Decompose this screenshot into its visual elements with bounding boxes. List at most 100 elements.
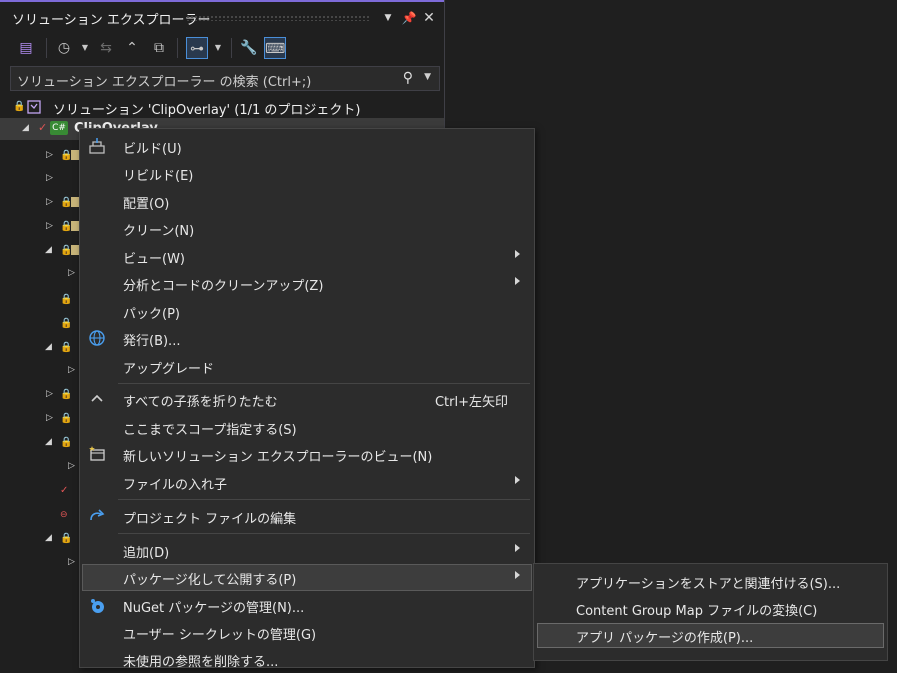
error-icon: ⊖ — [60, 510, 68, 520]
menu-separator — [118, 533, 530, 534]
search-options-dropdown-icon[interactable]: ▼ — [424, 72, 431, 82]
menu-item-add[interactable]: 追加(D) — [82, 537, 532, 564]
menu-item-label: 配置(O) — [123, 197, 170, 212]
build-icon — [89, 138, 105, 154]
menu-item-scope-to-this[interactable]: ここまでスコープ指定する(S) — [82, 414, 532, 441]
menu-item-analyze-cleanup[interactable]: 分析とコードのクリーンアップ(Z) — [82, 270, 532, 297]
lock-icon: 🔒 — [60, 318, 73, 329]
lock-icon: 🔒 — [13, 101, 26, 112]
submenu-arrow-icon — [515, 544, 520, 552]
solution-node[interactable]: 🔒 ソリューション 'ClipOverlay' (1/1 のプロジェクト) — [0, 96, 444, 118]
toolbar-separator — [46, 38, 47, 58]
expand-arrow-icon[interactable]: ◢ — [22, 123, 29, 133]
submenu-item-label: アプリケーションをストアと関連付ける(S)... — [576, 577, 841, 592]
lock-icon: 🔒 — [60, 294, 73, 305]
submenu-arrow-icon — [515, 250, 520, 258]
expand-arrow-icon[interactable]: ▷ — [68, 268, 75, 278]
menu-item-upgrade[interactable]: アップグレード — [82, 353, 532, 380]
menu-item-package-and-publish[interactable]: パッケージ化して公開する(P) — [82, 564, 532, 591]
drag-grip[interactable] — [186, 15, 371, 21]
menu-item-edit-project-file[interactable]: プロジェクト ファイルの編集 — [82, 503, 532, 530]
menu-item-shortcut: Ctrl+左矢印 — [434, 395, 508, 410]
menu-item-new-explorer-view[interactable]: 新しいソリューション エクスプローラーのビュー(N) — [82, 441, 532, 468]
panel-title: ソリューション エクスプローラー — [12, 13, 211, 28]
new-view-icon — [89, 446, 105, 461]
expand-arrow-icon[interactable]: ▷ — [68, 461, 75, 471]
submenu-arrow-icon — [515, 571, 520, 579]
expand-arrow-icon[interactable]: ▷ — [46, 197, 53, 207]
lock-icon: 🔒 — [60, 533, 73, 544]
lock-icon: 🔒 — [60, 437, 73, 448]
context-menu: ビルド(U) リビルド(E) 配置(O) クリーン(N) ビュー(W) 分析とコ… — [79, 128, 535, 670]
expand-arrow-icon[interactable]: ▷ — [68, 557, 75, 567]
window-position-dropdown-icon[interactable]: ▼ — [380, 10, 396, 26]
menu-item-label: ファイルの入れ子 — [123, 478, 228, 493]
menu-item-manage-user-secrets[interactable]: ユーザー シークレットの管理(G) — [82, 619, 532, 646]
checkmark-icon: ✓ — [38, 121, 48, 134]
menu-item-publish[interactable]: 発行(B)... — [82, 325, 532, 352]
collapse-arrow-icon[interactable]: ◢ — [45, 342, 52, 352]
menu-item-remove-unused-references[interactable]: 未使用の参照を削除する... — [82, 646, 532, 673]
menu-item-label: ここまでスコープ指定する(S) — [123, 423, 297, 438]
globe-icon — [89, 330, 105, 346]
nuget-icon — [91, 599, 104, 613]
submenu-item-create-app-packages[interactable]: アプリ パッケージの作成(P)... — [537, 623, 884, 648]
menu-item-rebuild[interactable]: リビルド(E) — [82, 160, 532, 187]
view-options-dropdown-icon[interactable]: ▼ — [207, 37, 229, 59]
properties-wrench-icon[interactable]: 🔧 — [238, 37, 260, 59]
chevron-up-icon — [91, 394, 103, 402]
redo-arrow-icon — [90, 509, 105, 521]
menu-item-label: 追加(D) — [123, 546, 170, 561]
csharp-project-icon: C# — [50, 121, 68, 135]
folder-icon — [71, 197, 79, 207]
menu-item-deploy[interactable]: 配置(O) — [82, 188, 532, 215]
checkmark-icon: ✓ — [60, 485, 69, 496]
submenu-item-convert-content-group-map[interactable]: Content Group Map ファイルの変換(C) — [537, 596, 884, 621]
expand-arrow-icon[interactable]: ▷ — [46, 221, 53, 231]
menu-item-label: リビルド(E) — [123, 169, 194, 184]
menu-item-file-nesting[interactable]: ファイルの入れ子 — [82, 469, 532, 496]
expand-arrow-icon[interactable]: ▷ — [46, 173, 53, 183]
panel-titlebar: ソリューション エクスプローラー ▼ 📌 ✕ — [0, 0, 444, 32]
expand-arrow-icon[interactable]: ▷ — [46, 389, 53, 399]
menu-item-build[interactable]: ビルド(U) — [82, 133, 532, 160]
filter-dropdown-icon[interactable]: ▼ — [74, 37, 96, 59]
menu-item-label: アップグレード — [123, 362, 215, 377]
tree-node-icon — [71, 150, 79, 160]
submenu-item-associate-store[interactable]: アプリケーションをストアと関連付ける(S)... — [537, 569, 884, 594]
expand-arrow-icon[interactable]: ▷ — [46, 150, 53, 160]
toolbar-separator — [231, 38, 232, 58]
menu-item-label: パッケージ化して公開する(P) — [123, 573, 297, 588]
sync-with-active-document-icon[interactable]: ⇆ — [95, 37, 117, 59]
copy-icon[interactable]: ⧉ — [148, 37, 170, 59]
menu-item-clean[interactable]: クリーン(N) — [82, 215, 532, 242]
close-icon[interactable]: ✕ — [421, 10, 437, 26]
menu-item-label: 分析とコードのクリーンアップ(Z) — [123, 279, 324, 294]
collapse-arrow-icon[interactable]: ◢ — [45, 533, 52, 543]
search-input[interactable]: ソリューション エクスプローラー の検索 (Ctrl+;) — [17, 71, 311, 90]
preview-selected-items-icon[interactable]: ⌨ — [264, 37, 286, 59]
menu-separator — [118, 383, 530, 384]
menu-item-pack[interactable]: パック(P) — [82, 298, 532, 325]
menu-item-manage-nuget[interactable]: NuGet パッケージの管理(N)... — [82, 592, 532, 619]
toolbar-separator — [177, 38, 178, 58]
pin-icon[interactable]: 📌 — [401, 10, 417, 26]
menu-item-label: すべての子孫を折りたたむ — [123, 395, 278, 410]
collapse-arrow-icon[interactable]: ◢ — [45, 437, 52, 447]
show-all-files-icon[interactable]: ⊶ — [186, 37, 208, 59]
search-icon[interactable]: ⚲ — [403, 70, 413, 86]
search-box[interactable]: ソリューション エクスプローラー の検索 (Ctrl+;) ⚲ ▼ — [10, 66, 440, 91]
solution-label: ソリューション 'ClipOverlay' (1/1 のプロジェクト) — [53, 103, 361, 118]
menu-item-collapse-all-descendants[interactable]: すべての子孫を折りたたむ Ctrl+左矢印 — [82, 386, 532, 413]
expand-arrow-icon[interactable]: ▷ — [68, 365, 75, 375]
lock-icon: 🔒 — [60, 389, 73, 400]
collapse-all-icon[interactable]: ⌃ — [121, 37, 143, 59]
menu-item-view[interactable]: ビュー(W) — [82, 243, 532, 270]
pending-changes-filter-icon[interactable]: ◷ — [53, 37, 75, 59]
expand-arrow-icon[interactable]: ▷ — [46, 413, 53, 423]
menu-item-label: ビュー(W) — [123, 252, 185, 267]
submenu-arrow-icon — [515, 476, 520, 484]
collapse-arrow-icon[interactable]: ◢ — [45, 245, 52, 255]
folder-icon — [71, 245, 79, 255]
switch-views-icon[interactable]: ▤ — [15, 37, 37, 59]
